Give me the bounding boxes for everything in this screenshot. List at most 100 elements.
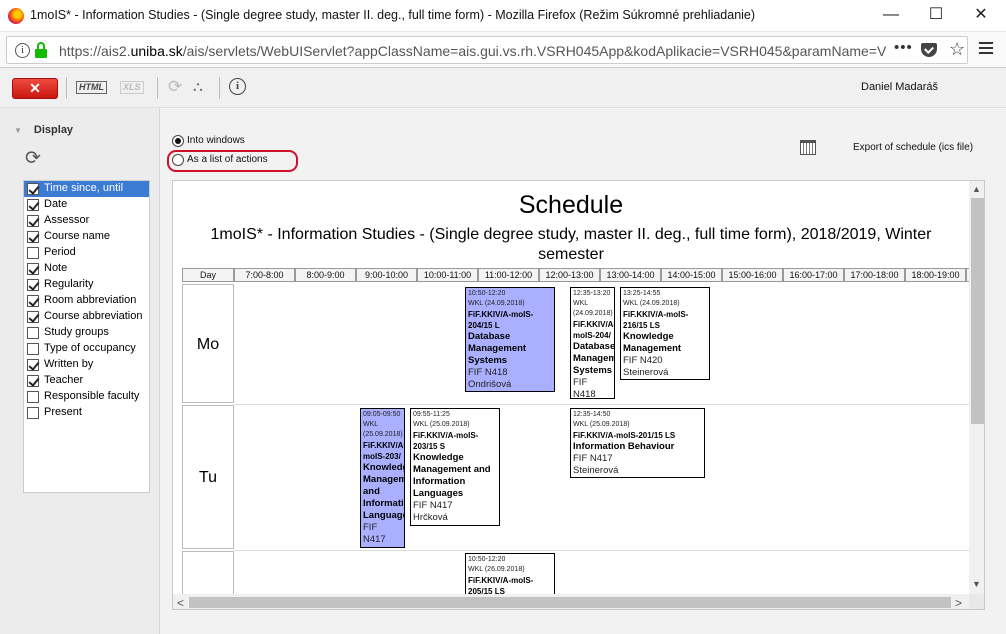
- display-option-row[interactable]: Date: [24, 197, 149, 213]
- event-course-name: Database Management Systems: [468, 331, 527, 366]
- display-header[interactable]: ▼ Display: [14, 124, 73, 136]
- display-option-row[interactable]: Room abbreviation: [24, 293, 149, 309]
- display-option-checkbox[interactable]: [27, 215, 39, 227]
- event-room: FIF N418: [468, 367, 508, 378]
- display-option-checkbox[interactable]: [27, 279, 39, 291]
- event-room: FIF N417: [413, 500, 453, 511]
- window-close-button[interactable]: ✕: [958, 0, 1004, 32]
- hierarchy-icon[interactable]: ⛬: [193, 78, 203, 95]
- display-option-row[interactable]: Regularity: [24, 277, 149, 293]
- schedule-event[interactable]: 09:05-09:50 WKL (25.09.2018) FiF.KKIV/A-mo…: [360, 408, 405, 548]
- bookmark-star-icon[interactable]: ☆: [949, 39, 965, 60]
- hour-column-header: 8:00-9:00: [295, 268, 356, 282]
- display-option-row[interactable]: Assessor: [24, 213, 149, 229]
- event-week: WKL (24.09.2018): [573, 300, 613, 317]
- minimize-button[interactable]: —: [868, 0, 914, 32]
- info-icon[interactable]: i: [229, 78, 246, 95]
- window-titlebar: 1moIS* - Information Studies - (Single d…: [0, 0, 1006, 32]
- display-option-label: Period: [44, 246, 76, 258]
- display-option-checkbox[interactable]: [27, 247, 39, 259]
- horizontal-scroll-thumb[interactable]: [189, 597, 951, 608]
- display-option-label: Time since, until: [44, 182, 124, 194]
- lock-icon[interactable]: [35, 42, 47, 58]
- event-teacher: Hrčková: [363, 546, 402, 547]
- export-html-button[interactable]: HTML: [76, 81, 107, 94]
- refresh-icon[interactable]: ⟳: [168, 77, 182, 97]
- day-monday: Mo: [182, 284, 234, 403]
- scroll-right-icon[interactable]: >: [955, 596, 962, 609]
- event-time: 10:50-12:20: [468, 290, 506, 297]
- event-week: WKL (26.09.2018): [468, 566, 525, 573]
- scroll-down-icon[interactable]: ▼: [972, 579, 981, 589]
- display-option-label: Regularity: [44, 278, 94, 290]
- display-option-checkbox[interactable]: [27, 359, 39, 371]
- calendar-icon[interactable]: [800, 140, 816, 155]
- display-option-row[interactable]: Written by: [24, 357, 149, 373]
- into-windows-label[interactable]: Into windows: [187, 135, 245, 146]
- display-option-checkbox[interactable]: [27, 231, 39, 243]
- schedule-event[interactable]: 12:35-13:20 WKL (24.09.2018) FiF.KKIV/A-mo…: [570, 287, 615, 399]
- display-option-row[interactable]: Note: [24, 261, 149, 277]
- event-teacher: Ondrišová: [468, 379, 512, 390]
- display-option-row[interactable]: Period: [24, 245, 149, 261]
- hour-column-header: 17:00-18:00: [844, 268, 905, 282]
- display-option-row[interactable]: Course abbreviation: [24, 309, 149, 325]
- display-option-row[interactable]: Time since, until: [24, 181, 149, 197]
- as-list-label[interactable]: As a list of actions: [187, 154, 268, 165]
- schedule-grid: Day 7:00-8:00 8:00-9:00 9:00-10:00 10:00-11…: [182, 268, 984, 609]
- hour-column-header: 11:00-12:00: [478, 268, 539, 282]
- scroll-up-icon[interactable]: ▲: [972, 184, 981, 194]
- display-option-row[interactable]: Responsible faculty: [24, 389, 149, 405]
- horizontal-scrollbar[interactable]: < >: [173, 594, 969, 609]
- display-option-row[interactable]: Type of occupancy: [24, 341, 149, 357]
- display-option-checkbox[interactable]: [27, 407, 39, 419]
- url-text[interactable]: https://ais2.uniba.sk/ais/servlets/WebUI…: [59, 43, 887, 59]
- vertical-scroll-thumb[interactable]: [971, 198, 984, 424]
- site-info-icon[interactable]: i: [15, 43, 30, 58]
- hour-column-header: 13:00-14:00: [600, 268, 661, 282]
- close-app-button[interactable]: ✕: [12, 78, 58, 99]
- event-room: FIF N417: [573, 453, 613, 464]
- display-option-checkbox[interactable]: [27, 375, 39, 387]
- as-list-radio[interactable]: [172, 154, 184, 166]
- hour-column-header: 12:00-13:00: [539, 268, 600, 282]
- display-option-checkbox[interactable]: [27, 263, 39, 275]
- collapse-triangle-icon[interactable]: ▼: [14, 126, 22, 135]
- display-option-checkbox[interactable]: [27, 311, 39, 323]
- into-windows-radio[interactable]: [172, 135, 184, 147]
- maximize-button[interactable]: ☐: [913, 0, 959, 32]
- schedule-event[interactable]: 10:50-12:20 WKL (24.09.2018) FiF.KKIV/A-mo…: [465, 287, 555, 392]
- export-xls-button[interactable]: XLS: [120, 81, 144, 94]
- display-option-label: Course name: [44, 230, 111, 242]
- event-course-name: Knowledge Management: [623, 331, 682, 354]
- display-option-row[interactable]: Teacher: [24, 373, 149, 389]
- event-course-code: FiF.KKIV/A-moIS-203/: [363, 441, 405, 461]
- pocket-icon[interactable]: [921, 43, 937, 57]
- vertical-scrollbar[interactable]: ▲ ▼: [969, 181, 984, 594]
- display-option-row[interactable]: Study groups: [24, 325, 149, 341]
- app-toolbar: ✕ HTML XLS ⟳ ⛬ i Daniel Madaráš: [0, 68, 1006, 108]
- window-title: 1moIS* - Information Studies - (Single d…: [30, 8, 756, 22]
- display-option-row[interactable]: Present: [24, 405, 149, 421]
- url-field[interactable]: i https://ais2.uniba.sk/ais/servlets/Web…: [6, 36, 968, 64]
- display-option-checkbox[interactable]: [27, 295, 39, 307]
- event-week: WKL (25.09.2018): [363, 421, 403, 438]
- event-time: 12:35-13:20: [573, 290, 611, 297]
- display-option-row[interactable]: Course name: [24, 229, 149, 245]
- display-option-checkbox[interactable]: [27, 183, 39, 195]
- display-option-checkbox[interactable]: [27, 343, 39, 355]
- event-teacher: Hrčková: [413, 512, 448, 523]
- menu-icon[interactable]: [979, 42, 993, 54]
- display-option-checkbox[interactable]: [27, 391, 39, 403]
- display-option-checkbox[interactable]: [27, 327, 39, 339]
- display-option-checkbox[interactable]: [27, 199, 39, 211]
- hours-header: Day 7:00-8:00 8:00-9:00 9:00-10:00 10:00-11…: [182, 268, 984, 282]
- page-actions-icon[interactable]: •••: [894, 39, 913, 56]
- schedule-event[interactable]: 13:25-14:55 WKL (24.09.2018) FiF.KKIV/A-mo…: [620, 287, 710, 380]
- schedule-event[interactable]: 12:35-14:50 WKL (25.09.2018) FiF.KKIV/A-mo…: [570, 408, 705, 478]
- schedule-event[interactable]: 09:55-11:25 WKL (25.09.2018) FiF.KKIV/A-mo…: [410, 408, 500, 526]
- event-course-name: Knowledge Management and Information Lan…: [413, 452, 491, 499]
- scroll-left-icon[interactable]: <: [177, 596, 184, 609]
- refresh-icon[interactable]: ⟳: [25, 147, 41, 170]
- export-schedule-link[interactable]: Export of schedule (ics file): [853, 142, 973, 153]
